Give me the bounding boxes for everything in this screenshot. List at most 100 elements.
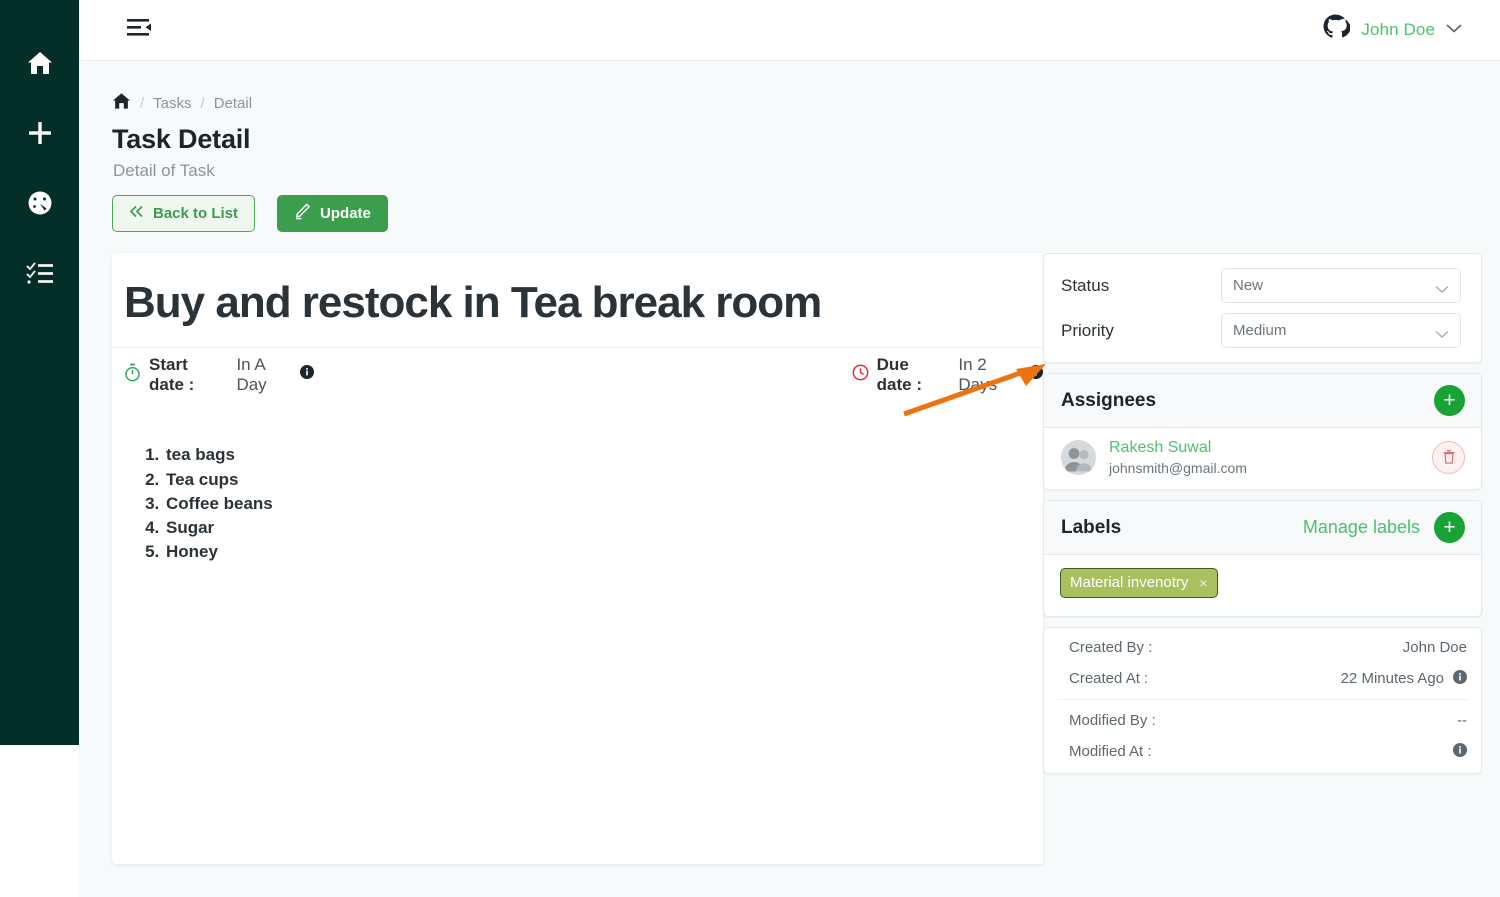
priority-label: Priority — [1061, 320, 1114, 340]
chevron-down-icon — [1435, 326, 1449, 343]
users-avatar-icon — [1061, 440, 1096, 475]
chevron-down-icon — [1435, 281, 1449, 298]
breadcrumb-separator: / — [200, 94, 205, 112]
sidebar-item-tasks[interactable] — [0, 238, 79, 308]
status-priority-panel: Status New Priority Medium — [1043, 253, 1482, 363]
assignee-meta: Rakesh Suwal johnsmith@gmail.com — [1109, 439, 1247, 476]
metadata-row-created-by: Created By : John Doe — [1044, 632, 1481, 663]
back-to-list-label: Back to List — [153, 205, 239, 222]
metadata-value-wrap — [1444, 742, 1467, 761]
metadata-row-modified-at: Modified At : — [1044, 736, 1481, 767]
info-icon[interactable] — [1029, 365, 1043, 384]
assignees-header: Assignees + — [1044, 374, 1481, 428]
list-item: Sugar — [164, 516, 1043, 540]
labels-panel: Labels Manage labels + Material invenotr… — [1043, 500, 1482, 617]
assignee-email: johnsmith@gmail.com — [1109, 460, 1247, 476]
task-dates: Start date : In A Day Due date: In 2 Da… — [112, 347, 1043, 401]
metadata-panel: Created By : John Doe Created At : 22 Mi… — [1043, 627, 1482, 774]
list-item: Honey — [164, 540, 1043, 564]
metadata-divider — [1057, 699, 1468, 700]
start-date-block: Start date : In A Day — [124, 355, 314, 395]
task-detail-card: Buy and restock in Tea break room Start … — [112, 253, 1043, 864]
due-date-label: Due date : — [876, 354, 922, 394]
priority-value: Medium — [1233, 322, 1287, 339]
labels-header-actions: Manage labels + — [1303, 512, 1465, 543]
status-label: Status — [1061, 275, 1110, 295]
task-description-list: tea bags Tea cups Coffee beans Sugar Hon… — [112, 401, 1043, 564]
breadcrumb-item-detail[interactable]: Detail — [214, 95, 252, 112]
page-subtitle: Detail of Task — [113, 161, 215, 180]
page-body: / Tasks / Detail Task Detail Detail of T… — [79, 61, 1500, 897]
metadata-value: John Doe — [1402, 639, 1467, 656]
stopwatch-icon — [124, 363, 141, 387]
back-to-list-button[interactable]: Back to List — [112, 195, 256, 232]
speedometer-icon — [27, 190, 53, 216]
label-chip-text: Material invenotry — [1070, 574, 1189, 591]
plus-icon — [27, 120, 53, 146]
home-icon — [26, 50, 54, 76]
user-name-label: John Doe — [1361, 20, 1435, 39]
app-root: John Doe / Tasks / Detail Task Detail De… — [0, 0, 1500, 897]
page-actions: Back to List Update — [112, 195, 1500, 232]
metadata-value-wrap: 22 Minutes Ago — [1340, 669, 1467, 688]
labels-body: Material invenotry × — [1044, 555, 1481, 616]
task-sidebar: Status New Priority Medium Assignees + R… — [1043, 253, 1482, 774]
sidebar-item-add[interactable] — [0, 98, 79, 168]
add-assignee-button[interactable]: + — [1434, 385, 1465, 416]
metadata-key: Modified By : — [1069, 712, 1156, 729]
status-value: New — [1233, 277, 1264, 294]
sidebar-rail — [0, 0, 79, 745]
metadata-value: -- — [1457, 712, 1467, 729]
status-row: Status New — [1044, 263, 1481, 308]
start-date-value: In A Day — [236, 354, 267, 394]
breadcrumb-item-tasks[interactable]: Tasks — [153, 95, 191, 112]
metadata-row-created-at: Created At : 22 Minutes Ago — [1044, 663, 1481, 694]
sidebar-item-home[interactable] — [0, 28, 79, 98]
priority-select[interactable]: Medium — [1221, 313, 1461, 348]
update-button[interactable]: Update — [277, 195, 388, 232]
assignees-heading: Assignees — [1061, 389, 1157, 411]
menu-collapse-icon — [126, 17, 154, 44]
breadcrumb: / Tasks / Detail — [79, 61, 1500, 114]
start-date-label: Start date : — [149, 354, 195, 394]
list-item: Tea cups — [164, 468, 1043, 492]
metadata-key: Created By : — [1069, 639, 1153, 656]
sidebar-item-dashboard[interactable] — [0, 168, 79, 238]
due-date-block: Due date : In 2 Days — [852, 355, 1043, 395]
status-select[interactable]: New — [1221, 268, 1461, 303]
delete-assignee-button[interactable] — [1432, 441, 1465, 474]
list-item: tea bags — [164, 443, 1043, 467]
metadata-key: Created At : — [1069, 670, 1149, 687]
list-item: Coffee beans — [164, 492, 1043, 516]
info-icon[interactable] — [1453, 742, 1467, 761]
top-bar: John Doe — [79, 0, 1500, 61]
close-icon[interactable]: × — [1199, 575, 1207, 591]
manage-labels-link[interactable]: Manage labels — [1303, 517, 1420, 538]
add-label-button[interactable]: + — [1434, 512, 1465, 543]
assignee-name[interactable]: Rakesh Suwal — [1109, 439, 1247, 457]
page-title: Task Detail — [112, 124, 251, 154]
home-icon[interactable] — [112, 92, 131, 114]
chevron-down-icon — [1446, 21, 1462, 39]
labels-header: Labels Manage labels + — [1044, 501, 1481, 555]
info-icon[interactable] — [299, 365, 314, 384]
chevron-double-left-icon — [129, 205, 144, 222]
user-menu[interactable]: John Doe — [1323, 14, 1462, 46]
metadata-key: Modified At : — [1069, 743, 1152, 760]
metadata-value: 22 Minutes Ago — [1340, 670, 1444, 687]
info-icon[interactable] — [1453, 669, 1467, 688]
labels-heading: Labels — [1061, 516, 1122, 538]
menu-collapse-button[interactable] — [123, 15, 157, 45]
priority-row: Priority Medium — [1044, 308, 1481, 353]
label-chip: Material invenotry × — [1060, 568, 1218, 598]
assignees-panel: Assignees + Rakesh Suwal johnsmith@gmail… — [1043, 373, 1482, 490]
clock-icon — [852, 364, 869, 386]
metadata-row-modified-by: Modified By : -- — [1044, 705, 1481, 736]
pencil-icon — [294, 203, 311, 224]
task-list-icon — [25, 261, 54, 285]
trash-icon — [1442, 449, 1456, 467]
due-date-value: In 2 Days — [958, 354, 998, 394]
github-icon — [1323, 14, 1352, 46]
update-label: Update — [320, 205, 371, 222]
task-title: Buy and restock in Tea break room — [124, 278, 822, 327]
